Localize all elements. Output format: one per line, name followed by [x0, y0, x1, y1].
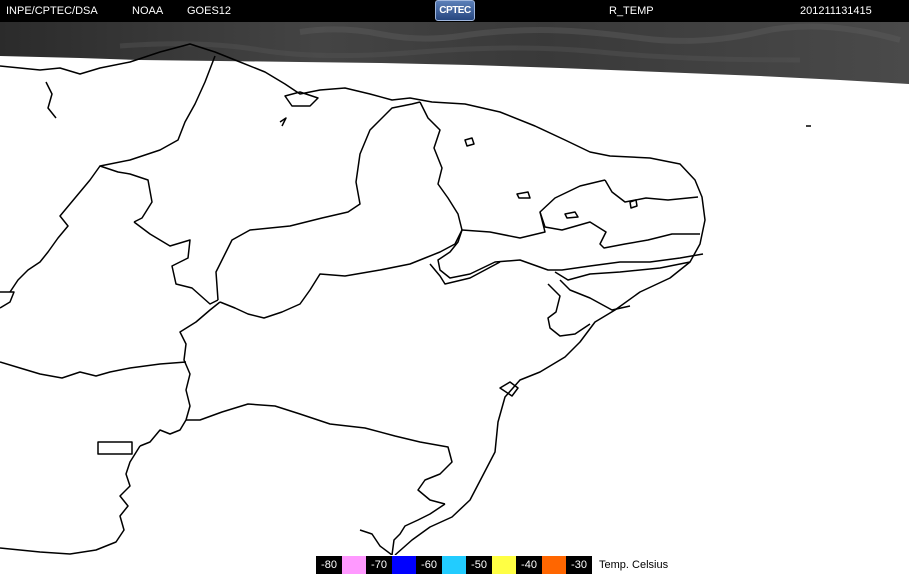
border-west-1: [0, 361, 187, 379]
border-ce-rn: [604, 179, 699, 203]
coastline: [0, 43, 706, 555]
border-mg-go: [0, 445, 141, 555]
logo-text: CPTEC: [439, 5, 471, 16]
legend-bar: -80 -70 -60 -50 -40 -30 Temp. Celsius: [0, 555, 909, 575]
header-bar: INPE/CPTEC/DSA NOAA GOES12 CPTEC R_TEMP …: [0, 0, 909, 22]
border-west-3: [9, 165, 101, 293]
lake-1: [464, 137, 475, 147]
legend-swatch-2: [442, 556, 466, 574]
island-north-1: [45, 81, 57, 119]
legend-label-5: -30: [566, 556, 592, 574]
legend-swatch-0: [342, 556, 366, 574]
border-west-2: [0, 291, 15, 309]
border-pa-west: [99, 55, 216, 223]
satellite-label: GOES12: [187, 5, 232, 17]
lake-3: [564, 211, 579, 219]
legend-label-0: -80: [316, 556, 342, 574]
lake-2: [516, 191, 531, 199]
legend-swatch-4: [542, 556, 566, 574]
border-rect-df: [97, 441, 133, 455]
border-sp: [359, 529, 393, 555]
temperature-legend: -80 -70 -60 -50 -40 -30 Temp. Celsius: [316, 556, 668, 574]
legend-label-4: -40: [516, 556, 542, 574]
border-pa-to: [215, 101, 421, 301]
border-ma-pi: [419, 101, 463, 231]
product-label: R_TEMP: [609, 5, 654, 17]
satellite-map: [0, 22, 909, 555]
border-pb-pe: [437, 229, 704, 279]
map-canvas: [0, 22, 909, 555]
agency-label: INPE/CPTEC/DSA: [6, 5, 98, 17]
border-al-se: [559, 279, 631, 311]
border-mg-north: [186, 403, 453, 505]
border-ba-se: [547, 283, 591, 337]
border-es-rj: [391, 503, 446, 555]
cptec-logo: CPTEC: [435, 0, 475, 21]
legend-swatch-1: [392, 556, 416, 574]
border-lines: [0, 43, 811, 555]
border-to-ba: [219, 229, 463, 319]
border-ba-mg: [139, 301, 221, 447]
border-pa-south: [133, 221, 219, 305]
legend-swatch-3: [492, 556, 516, 574]
island-north-2: [279, 117, 287, 127]
border-ce-pb: [539, 211, 700, 249]
legend-label-2: -60: [416, 556, 442, 574]
legend-label-1: -70: [366, 556, 392, 574]
legend-label-3: -50: [466, 556, 492, 574]
source-label: NOAA: [132, 5, 164, 17]
timestamp-label: 201211131415: [800, 5, 872, 17]
island-2: [499, 381, 519, 397]
border-pi-ce: [461, 179, 606, 239]
legend-unit-label: Temp. Celsius: [599, 559, 669, 571]
